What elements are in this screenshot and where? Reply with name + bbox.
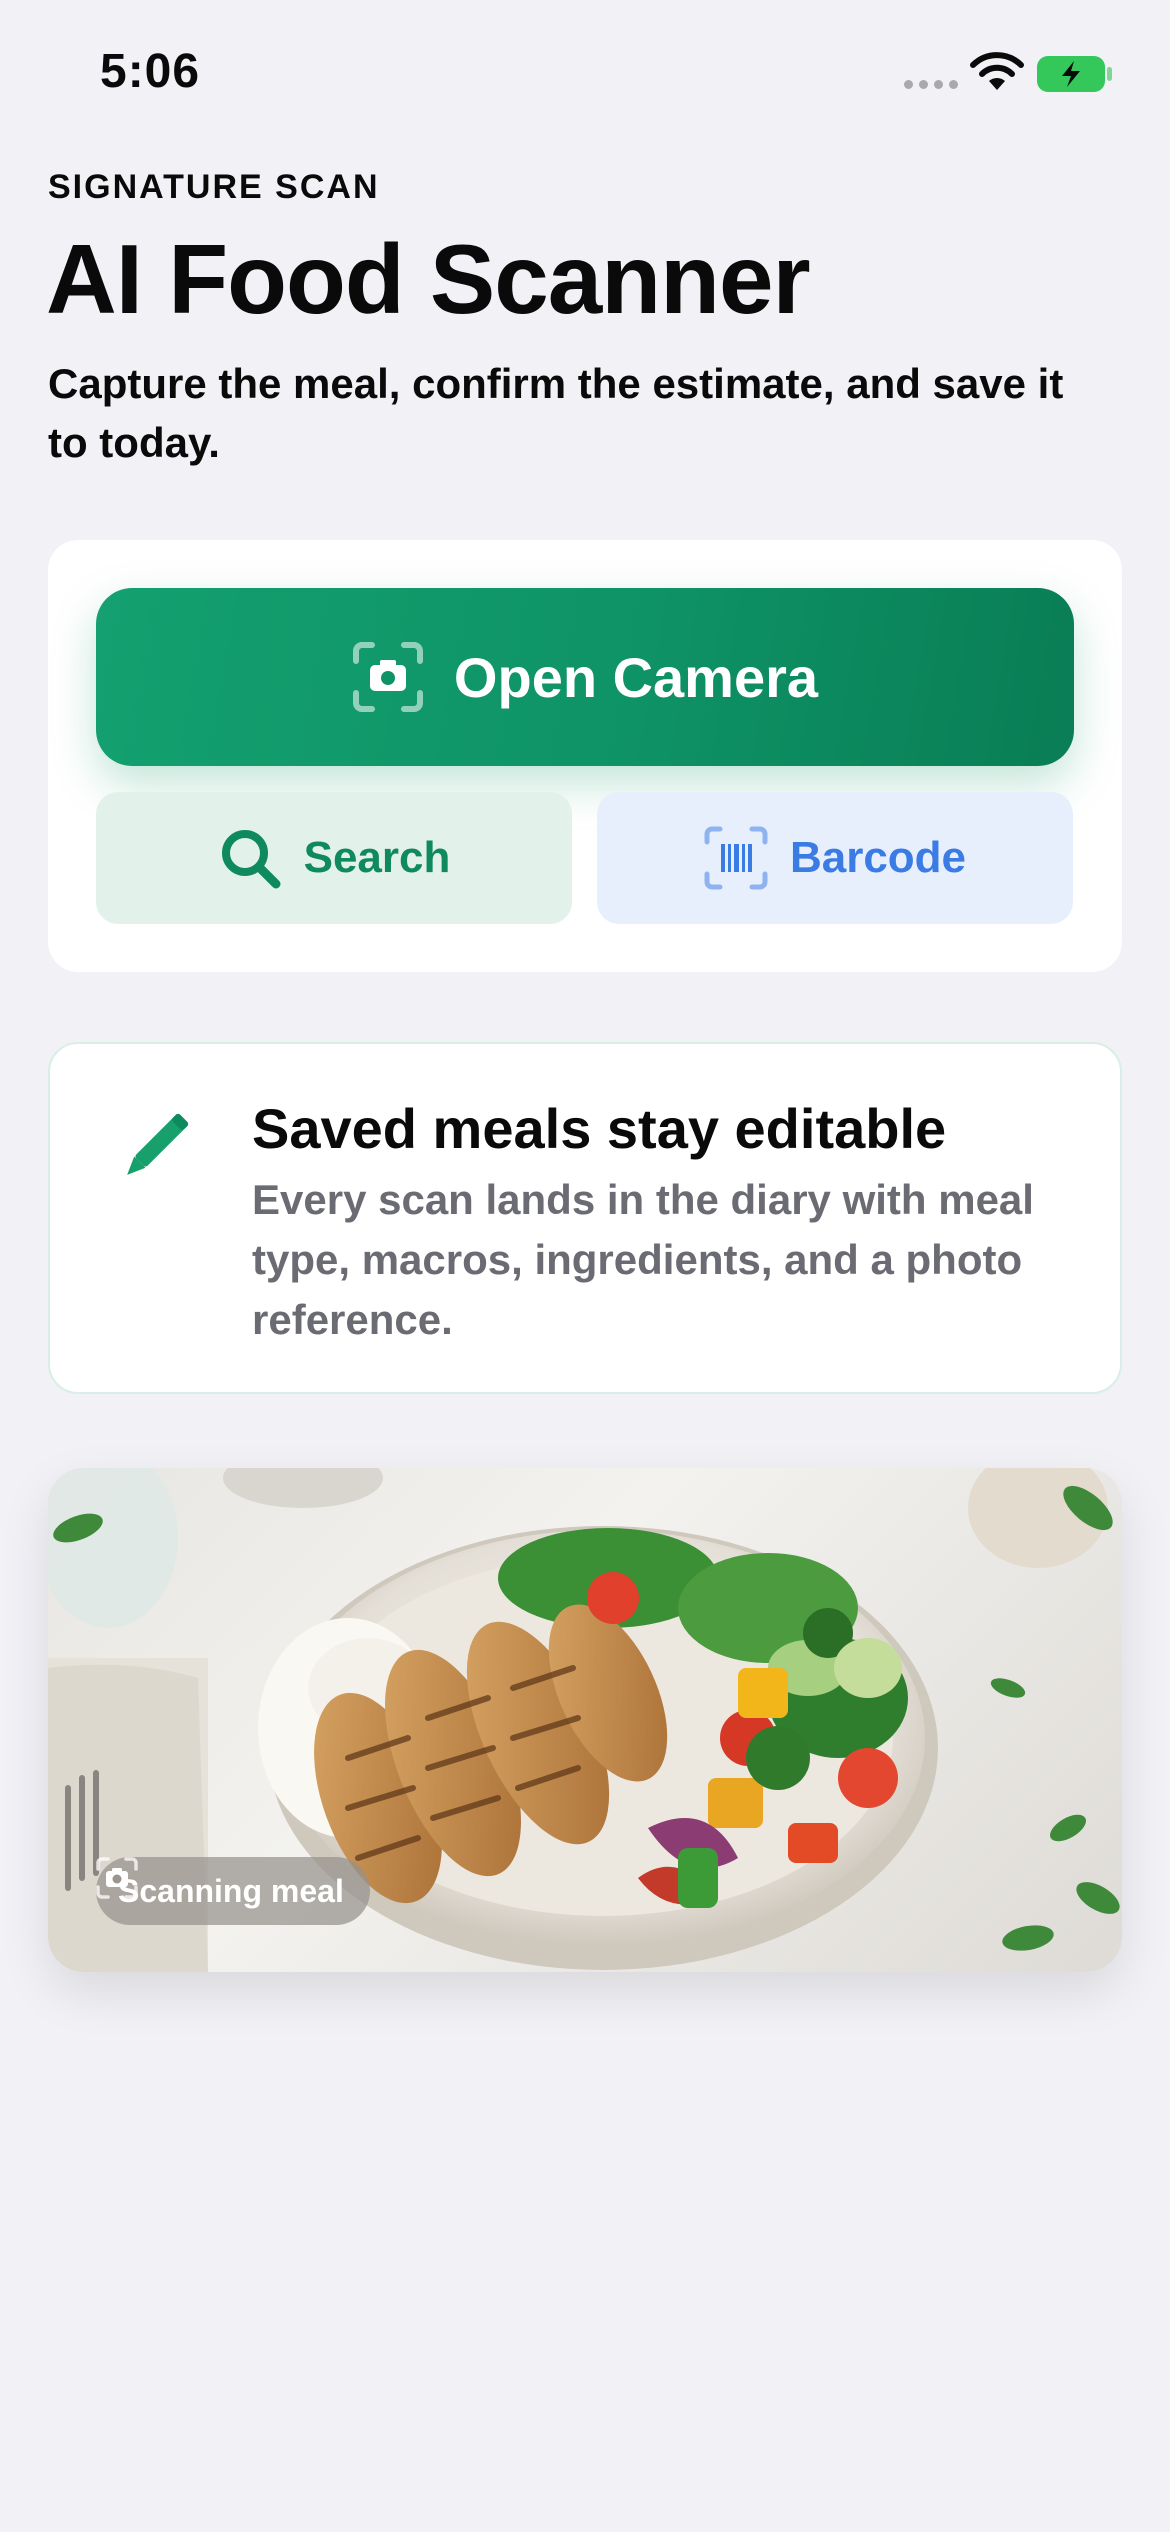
scanning-badge-label: Scanning meal <box>118 1872 344 1909</box>
page-title: AI Food Scanner <box>46 224 811 334</box>
meal-photo: Scanning meal <box>48 1468 1122 1972</box>
pencil-icon <box>127 1113 189 1175</box>
open-camera-button[interactable]: Open Camera <box>96 588 1074 766</box>
battery-charging-icon <box>1037 56 1112 92</box>
search-label: Search <box>303 833 451 882</box>
wifi-icon <box>970 52 1024 90</box>
search-icon <box>221 830 281 889</box>
open-camera-label: Open Camera <box>453 645 819 709</box>
info-card-title: Saved meals stay editable <box>252 1097 947 1160</box>
search-button[interactable]: Search <box>96 792 572 924</box>
scan-actions-card: Open Camera Search Barcode <box>48 540 1122 972</box>
scanning-badge: Scanning meal <box>96 1857 370 1925</box>
section-eyebrow: SIGNATURE SCAN <box>48 168 380 206</box>
camera-scan-icon <box>352 642 423 712</box>
cellular-signal-icon <box>904 80 958 89</box>
saved-meals-info-card: Saved meals stay editable Every scan lan… <box>48 1042 1122 1394</box>
camera-scan-icon <box>96 1857 138 1899</box>
barcode-label: Barcode <box>789 833 967 882</box>
screen: 5:06 SIGNATURE SCAN AI Food Scanner Capt… <box>0 0 1170 2532</box>
page-subtitle: Capture the meal, confirm the estimate, … <box>48 360 1064 466</box>
barcode-icon <box>704 826 768 890</box>
status-bar: 5:06 <box>0 0 1170 150</box>
info-card-body: Every scan lands in the diary with meal … <box>252 1176 1034 1343</box>
barcode-button[interactable]: Barcode <box>597 792 1073 924</box>
status-time: 5:06 <box>100 45 201 98</box>
